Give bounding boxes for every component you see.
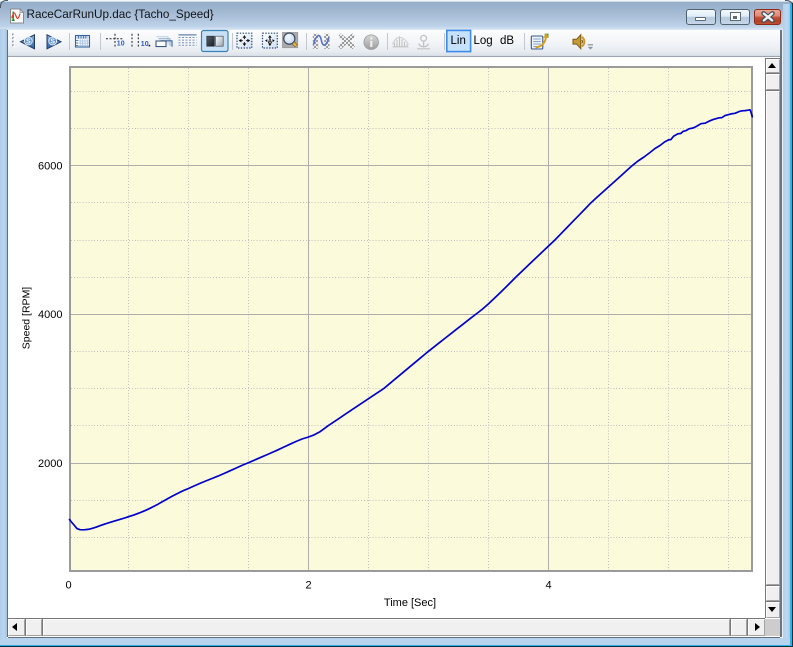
svg-text:A: A bbox=[268, 39, 273, 45]
svg-text:10: 10 bbox=[141, 41, 149, 48]
svg-text:10: 10 bbox=[117, 40, 125, 47]
svg-text:S: S bbox=[50, 39, 55, 46]
svg-text:S: S bbox=[26, 39, 31, 46]
